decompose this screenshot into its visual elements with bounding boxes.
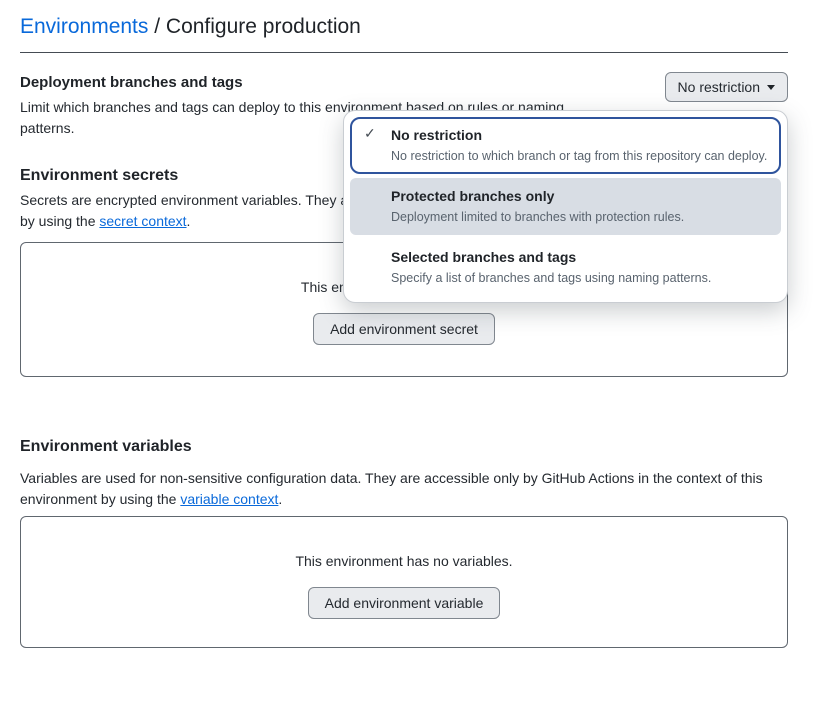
deployment-restriction-dropdown-button[interactable]: No restriction xyxy=(665,72,788,102)
add-environment-secret-button[interactable]: Add environment secret xyxy=(313,313,495,345)
configure-environment-page: Environments / Configure production Depl… xyxy=(0,0,830,715)
environment-secrets-heading: Environment secrets xyxy=(20,167,178,185)
add-environment-variable-button[interactable]: Add environment variable xyxy=(308,587,501,619)
no-variables-message: This environment has no variables. xyxy=(21,553,787,569)
variables-description-period: . xyxy=(278,491,282,507)
menu-item-selected-branches-and-tags[interactable]: Selected branches and tags Specify a lis… xyxy=(350,239,781,296)
environment-variables-description: Variables are used for non-sensitive con… xyxy=(20,468,788,510)
secret-context-link[interactable]: secret context xyxy=(99,213,186,229)
menu-item-protected-branches-only[interactable]: Protected branches only Deployment limit… xyxy=(350,178,781,235)
check-icon: ✓ xyxy=(364,125,376,142)
menu-item-label: Protected branches only xyxy=(391,186,769,206)
menu-item-description: Deployment limited to branches with prot… xyxy=(391,208,769,226)
menu-item-label: Selected branches and tags xyxy=(391,247,769,267)
environment-variables-panel: This environment has no variables. Add e… xyxy=(20,516,788,648)
dropdown-button-label: No restriction xyxy=(678,79,760,95)
deployment-branches-heading: Deployment branches and tags xyxy=(20,74,243,91)
chevron-down-icon xyxy=(767,85,775,90)
title-divider xyxy=(20,52,788,53)
breadcrumb-separator: / xyxy=(148,15,166,38)
deployment-restriction-menu: ✓ No restriction No restriction to which… xyxy=(343,110,788,303)
variables-description-text: Variables are used for non-sensitive con… xyxy=(20,470,763,507)
breadcrumb-environments-link[interactable]: Environments xyxy=(20,15,148,38)
secrets-description-period: . xyxy=(187,213,191,229)
environment-variables-heading: Environment variables xyxy=(20,438,192,456)
menu-item-label: No restriction xyxy=(391,125,769,145)
breadcrumb-current: Configure production xyxy=(166,15,361,38)
menu-item-description: No restriction to which branch or tag fr… xyxy=(391,147,769,165)
menu-item-description: Specify a list of branches and tags usin… xyxy=(391,269,769,287)
page-title: Environments / Configure production xyxy=(20,15,361,39)
menu-item-no-restriction[interactable]: ✓ No restriction No restriction to which… xyxy=(350,117,781,174)
variable-context-link[interactable]: variable context xyxy=(180,491,278,507)
